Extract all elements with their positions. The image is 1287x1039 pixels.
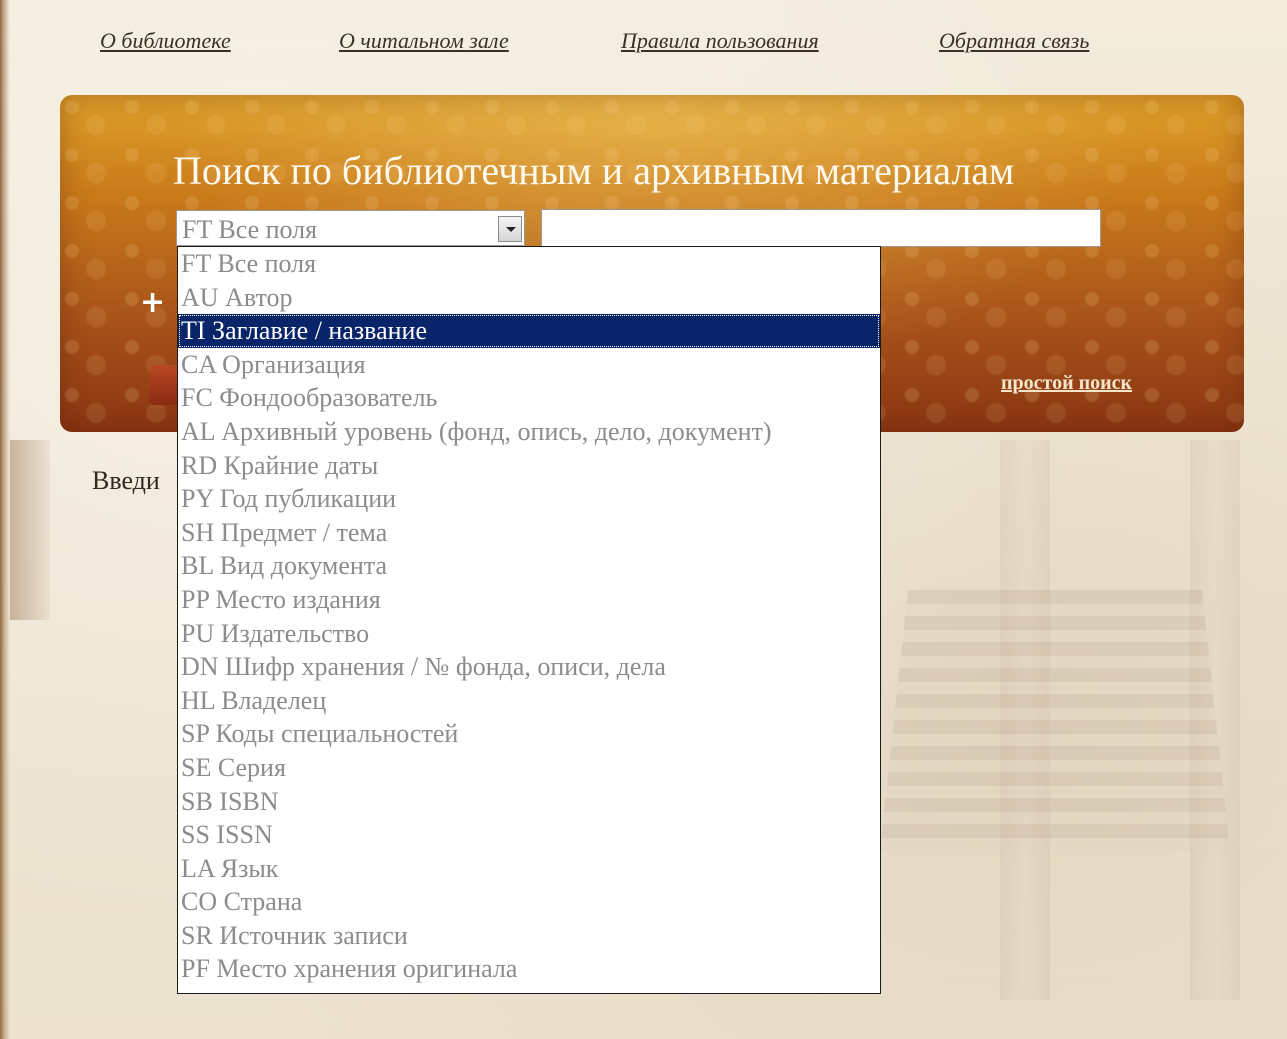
dropdown-option-sh[interactable]: SH Предмет / тема xyxy=(178,516,880,550)
dropdown-option-la[interactable]: LA Язык xyxy=(178,852,880,886)
nav-link-about-reading-room[interactable]: О читальном зале xyxy=(339,28,509,54)
dropdown-option-ft[interactable]: FT Все поля xyxy=(178,247,880,281)
dropdown-option-pp[interactable]: PP Место издания xyxy=(178,583,880,617)
dropdown-option-hl[interactable]: HL Владелец xyxy=(178,684,880,718)
top-nav: О библиотеке О читальном зале Правила по… xyxy=(100,28,1200,58)
nav-link-about-library[interactable]: О библиотеке xyxy=(100,28,231,54)
field-select[interactable]: FT Все поля xyxy=(176,210,525,246)
page-left-edge xyxy=(0,0,10,1039)
dropdown-option-bl[interactable]: BL Вид документа xyxy=(178,549,880,583)
dropdown-option-au[interactable]: AU Автор xyxy=(178,281,880,315)
field-select-value: FT Все поля xyxy=(182,215,318,244)
dropdown-option-ss[interactable]: SS ISSN xyxy=(178,818,880,852)
plus-icon[interactable]: + xyxy=(140,288,165,318)
dropdown-option-al[interactable]: AL Архивный уровень (фонд, опись, дело, … xyxy=(178,415,880,449)
nav-link-rules[interactable]: Правила пользования xyxy=(621,28,819,54)
dropdown-option-sr[interactable]: SR Источник записи xyxy=(178,919,880,953)
field-dropdown-list[interactable]: FT Все поля AU Автор TI Заглавие / назва… xyxy=(177,246,881,994)
background-reading-hall-image xyxy=(880,590,1230,850)
dropdown-option-se[interactable]: SE Серия xyxy=(178,751,880,785)
dropdown-option-pf[interactable]: PF Место хранения оригинала xyxy=(178,952,880,986)
search-button[interactable] xyxy=(150,365,180,405)
background-wall-decoration xyxy=(10,440,50,620)
nav-link-feedback[interactable]: Обратная связь xyxy=(939,28,1089,54)
dropdown-option-sp[interactable]: SP Коды специальностей xyxy=(178,717,880,751)
dropdown-option-ca[interactable]: CA Организация xyxy=(178,348,880,382)
page-title: Поиск по библиотечным и архивным материа… xyxy=(173,148,1015,193)
dropdown-option-py[interactable]: PY Год публикации xyxy=(178,482,880,516)
dropdown-option-ti[interactable]: TI Заглавие / название xyxy=(178,314,880,348)
dropdown-option-rd[interactable]: RD Крайние даты xyxy=(178,449,880,483)
simple-search-link[interactable]: простой поиск xyxy=(1001,372,1132,395)
dropdown-option-dn[interactable]: DN Шифр хранения / № фонда, описи, дела xyxy=(178,650,880,684)
dropdown-option-co[interactable]: CO Страна xyxy=(178,885,880,919)
chevron-down-icon[interactable] xyxy=(498,216,522,242)
dropdown-option-fc[interactable]: FC Фондообразователь xyxy=(178,381,880,415)
dropdown-option-pu[interactable]: PU Издательство xyxy=(178,617,880,651)
hint-text: Введи xyxy=(92,466,160,495)
search-input[interactable] xyxy=(541,209,1101,247)
dropdown-option-sb[interactable]: SB ISBN xyxy=(178,785,880,819)
